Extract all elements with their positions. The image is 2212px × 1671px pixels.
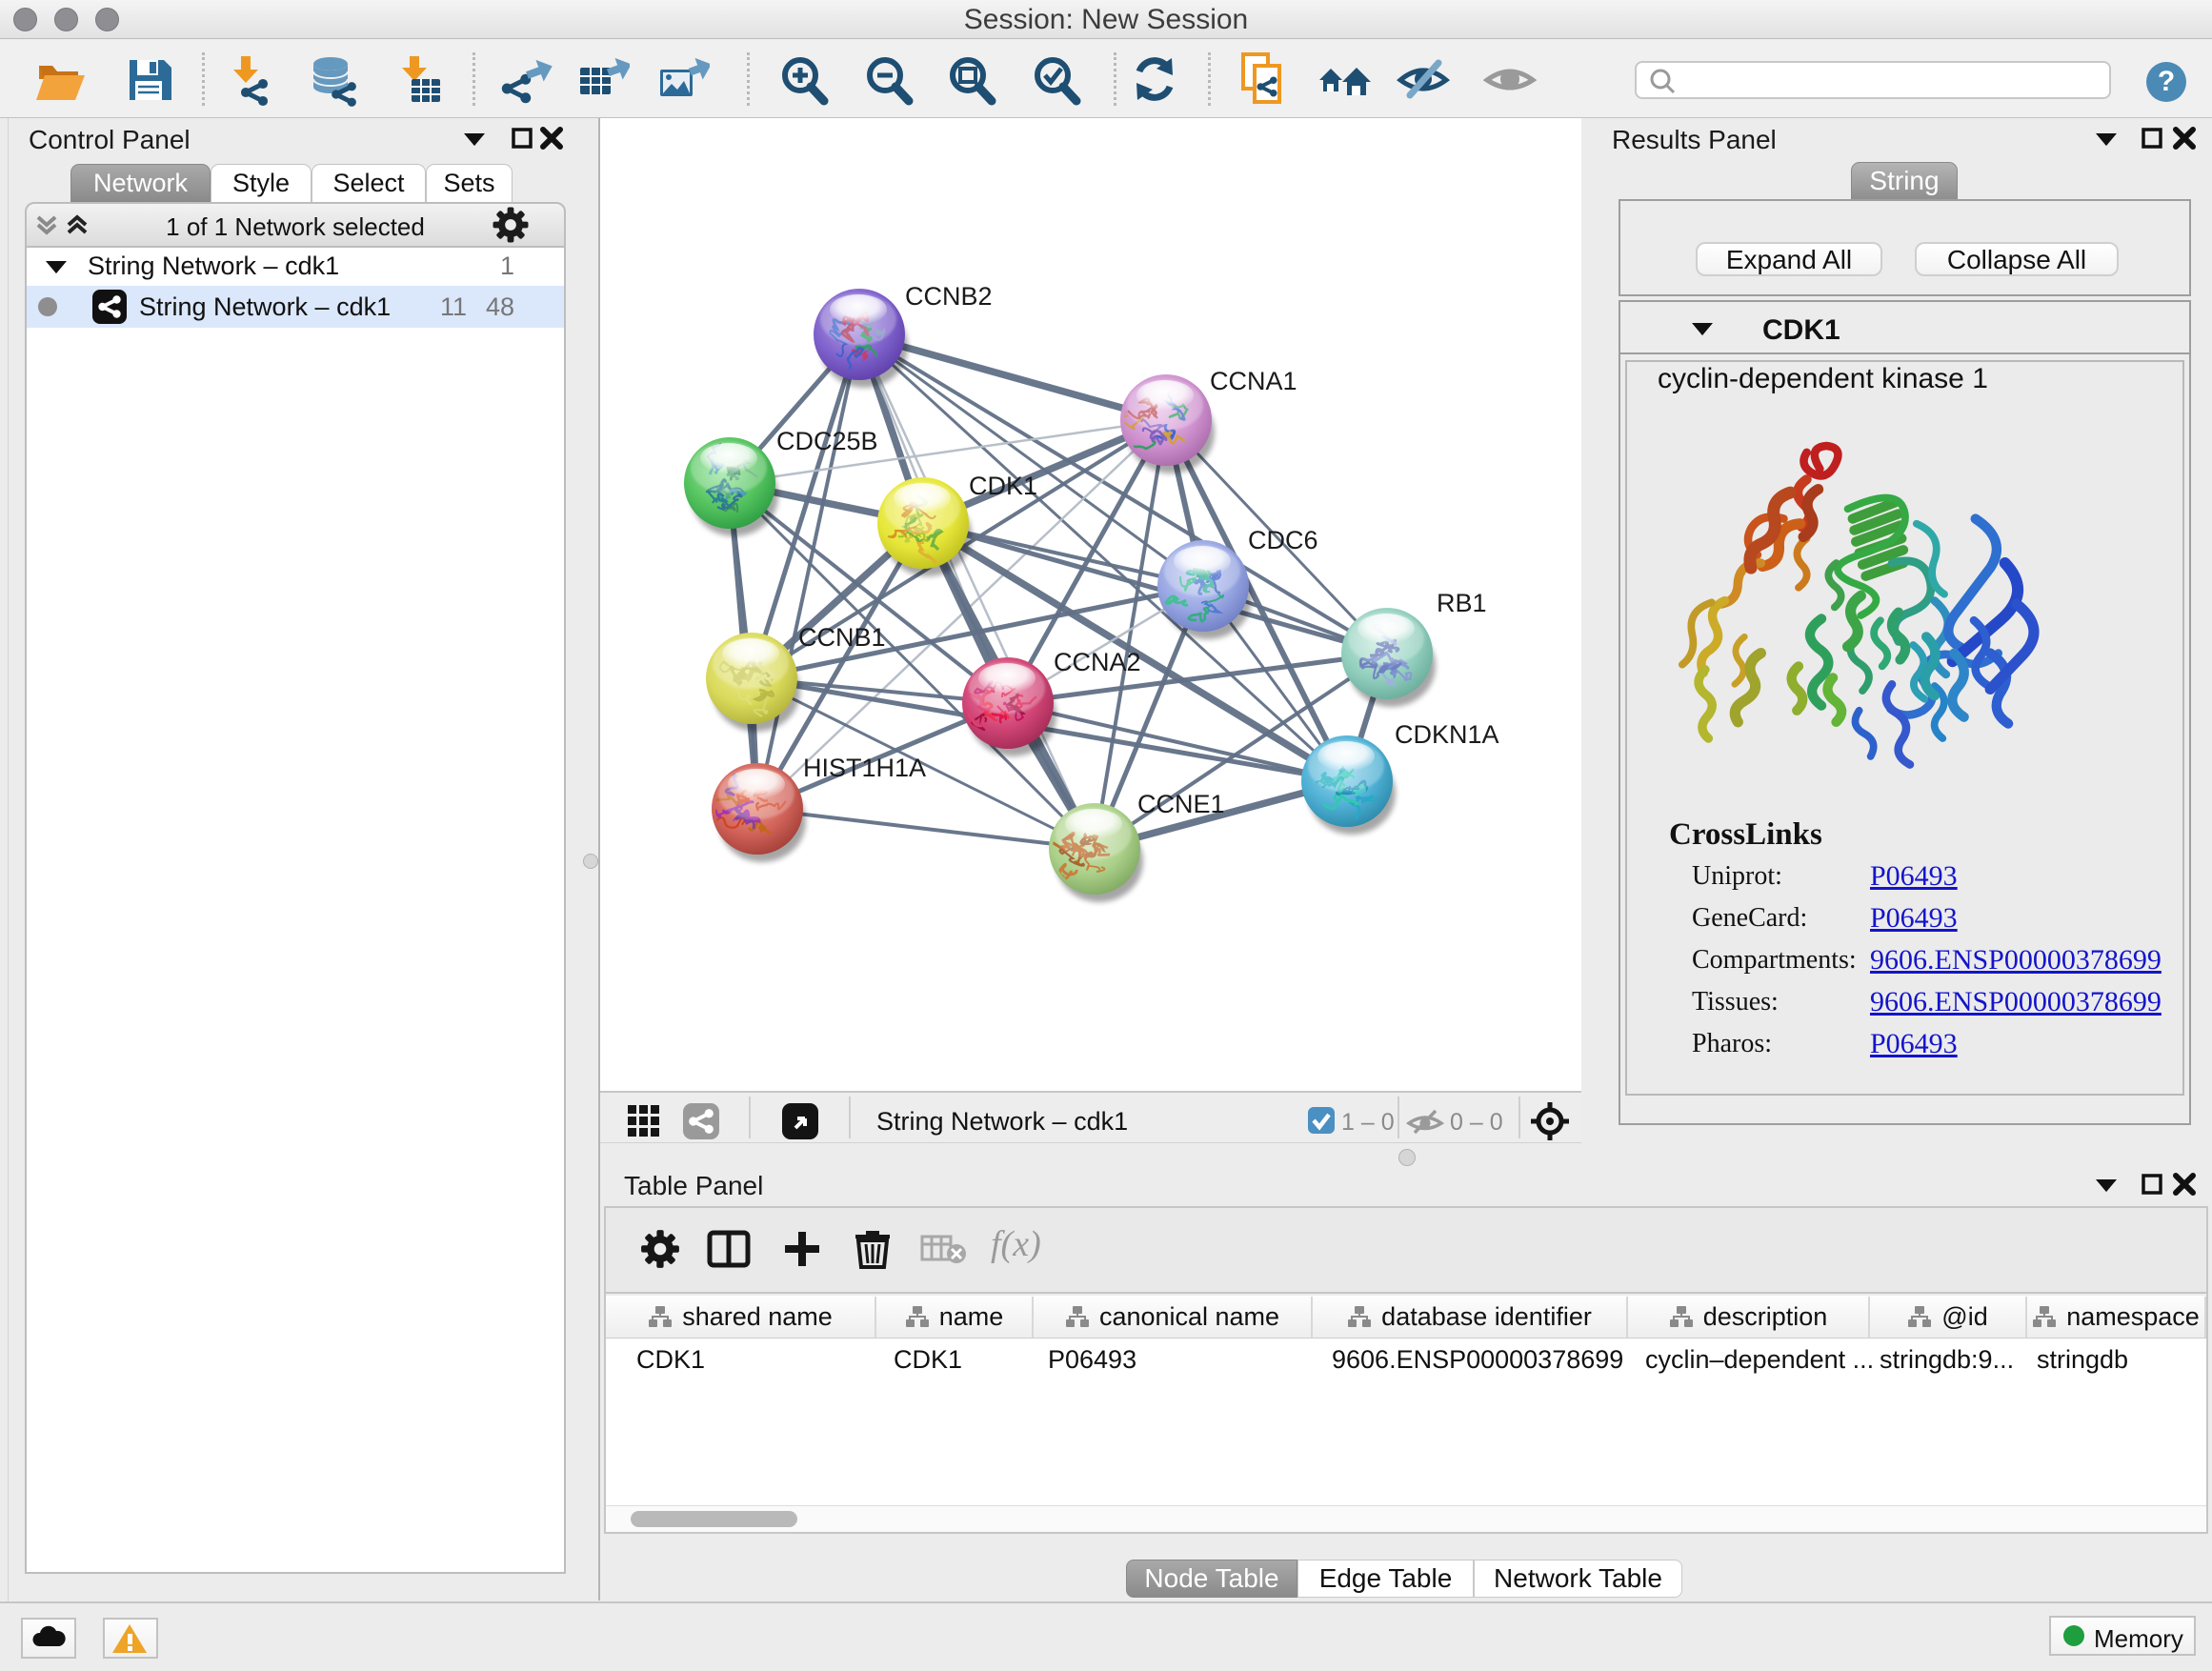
svg-text:CDC25B: CDC25B [776,427,878,455]
svg-text:CCNE1: CCNE1 [1137,790,1225,818]
svg-text:CCNB1: CCNB1 [798,623,886,652]
svg-text:CDK1: CDK1 [969,472,1037,500]
svg-text:HIST1H1A: HIST1H1A [803,754,926,782]
svg-text:CDC6: CDC6 [1248,526,1318,554]
svg-text:CDKN1A: CDKN1A [1395,720,1499,749]
svg-text:RB1: RB1 [1437,589,1487,617]
svg-text:?: ? [2158,66,2175,97]
svg-text:CCNB2: CCNB2 [905,282,993,311]
svg-text:CCNA2: CCNA2 [1054,648,1141,676]
svg-text:CCNA1: CCNA1 [1210,367,1297,395]
